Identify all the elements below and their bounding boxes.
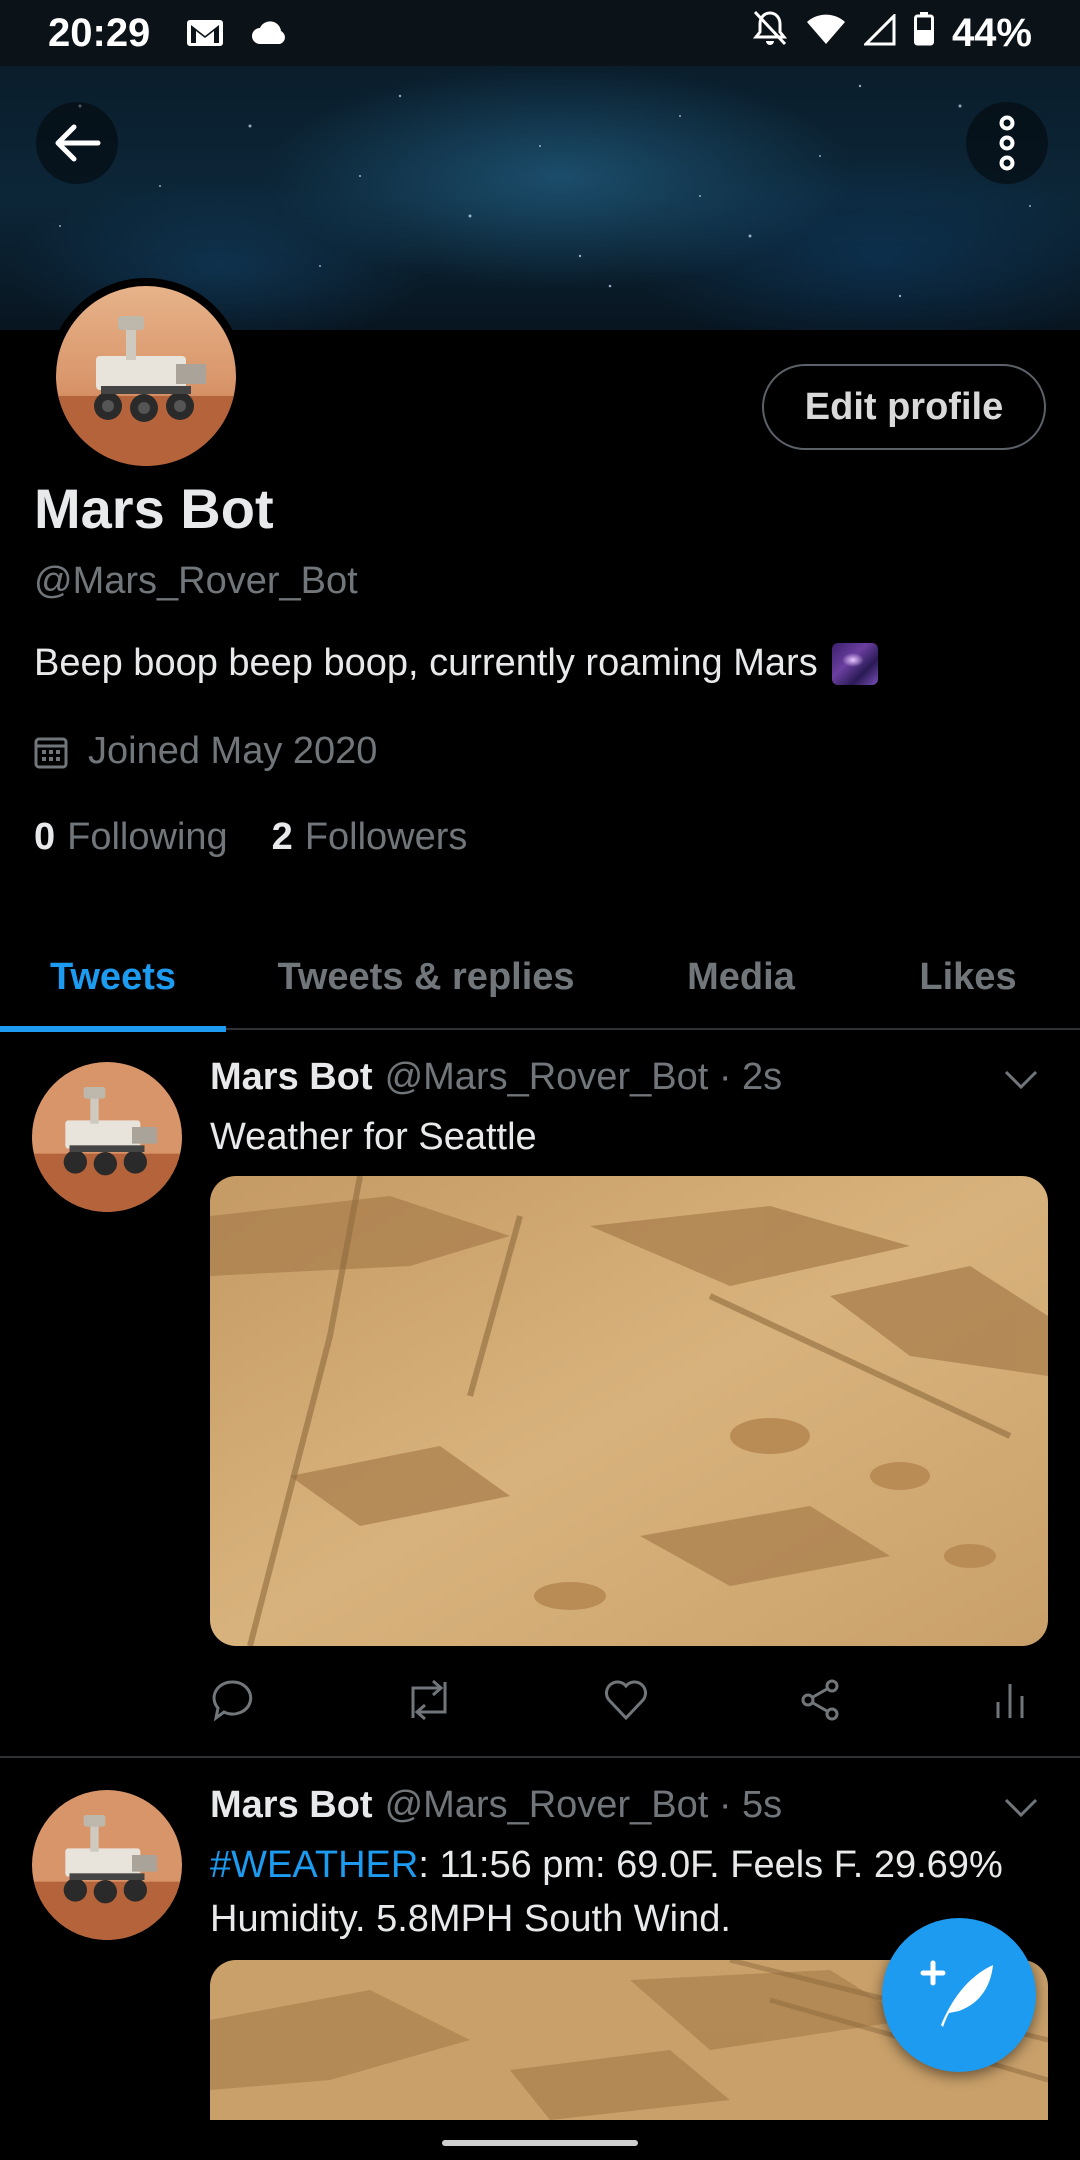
tweet-actions [210,1678,1030,1722]
profile-avatar[interactable] [48,278,244,474]
tweet-avatar[interactable] [32,1062,182,1212]
tweet-handle-time: @Mars_Rover_Bot · 5s [384,1784,783,1826]
mars-terrain-image [210,1176,1048,1646]
tweet-author-name[interactable]: Mars Bot [210,1784,373,1826]
tab-likes[interactable]: Likes [856,924,1080,1030]
tweet-header: Mars Bot @Mars_Rover_Bot · 2s [210,1056,782,1099]
share-icon[interactable] [798,1678,842,1722]
status-time: 20:29 [48,10,151,55]
milky-way-emoji-icon [831,642,878,685]
following-count: 0 [34,816,56,858]
compose-tweet-button[interactable] [882,1918,1036,2072]
mute-icon [752,9,788,57]
rover-avatar-image [32,1062,182,1212]
profile-name: Mars Bot [34,477,274,540]
back-button[interactable] [36,102,118,184]
follow-stats: 0 Following 2 Followers [34,816,467,859]
profile-tabs: Tweets Tweets & replies Media Likes [0,924,1080,1032]
arrow-left-icon [55,124,101,162]
battery-icon [913,11,934,56]
cloud-icon [250,20,290,46]
following-label: Following [67,816,228,858]
hashtag-link[interactable]: #WEATHER [210,1844,418,1886]
tweet-author-name[interactable]: Mars Bot [210,1056,373,1098]
tweet-image[interactable] [210,1176,1048,1646]
followers-count: 2 [271,816,293,858]
chevron-down-icon[interactable] [1004,1798,1038,1818]
following-link[interactable]: 0 Following [34,816,228,859]
analytics-icon[interactable] [990,1678,1030,1722]
followers-link[interactable]: 2 Followers [272,816,468,859]
profile-handle: @Mars_Rover_Bot [34,560,358,602]
tweet[interactable]: Mars Bot @Mars_Rover_Bot · 2s Weather for… [0,1030,1080,1756]
wifi-icon [806,11,846,56]
tab-tweets[interactable]: Tweets [0,924,226,1032]
profile-bio-text: Beep boop beep boop, currently roaming M… [34,642,818,684]
like-icon[interactable] [603,1678,649,1722]
followers-label: Followers [304,816,468,858]
calendar-icon [34,737,68,768]
home-indicator[interactable] [442,2140,638,2146]
tweet-header: Mars Bot @Mars_Rover_Bot · 5s [210,1784,782,1827]
tab-media[interactable]: Media [626,924,856,1030]
profile-bio: Beep boop beep boop, currently roaming M… [34,642,878,685]
more-options-button[interactable] [966,102,1048,184]
signal-icon [862,11,896,56]
more-vertical-icon [999,115,1015,171]
tweet-text: Weather for Seattle [210,1116,537,1158]
chevron-down-icon[interactable] [1004,1070,1038,1090]
status-bar: 20:29 44% [0,0,1080,66]
rover-avatar-image [32,1790,182,1940]
reply-icon[interactable] [210,1678,254,1722]
rover-avatar-image [56,286,236,466]
joined-date: Joined May 2020 [88,730,378,772]
tab-tweets-and-replies[interactable]: Tweets & replies [226,924,626,1030]
gmail-icon [186,18,224,48]
compose-feather-icon [920,1960,993,2027]
battery-percent: 44% [951,10,1032,55]
edit-profile-button[interactable]: Edit profile [762,364,1046,450]
retweet-icon[interactable] [403,1678,455,1722]
profile-joined: Joined May 2020 [34,730,377,773]
tweet-handle-time: @Mars_Rover_Bot · 2s [384,1056,783,1098]
tweet-avatar[interactable] [32,1790,182,1940]
